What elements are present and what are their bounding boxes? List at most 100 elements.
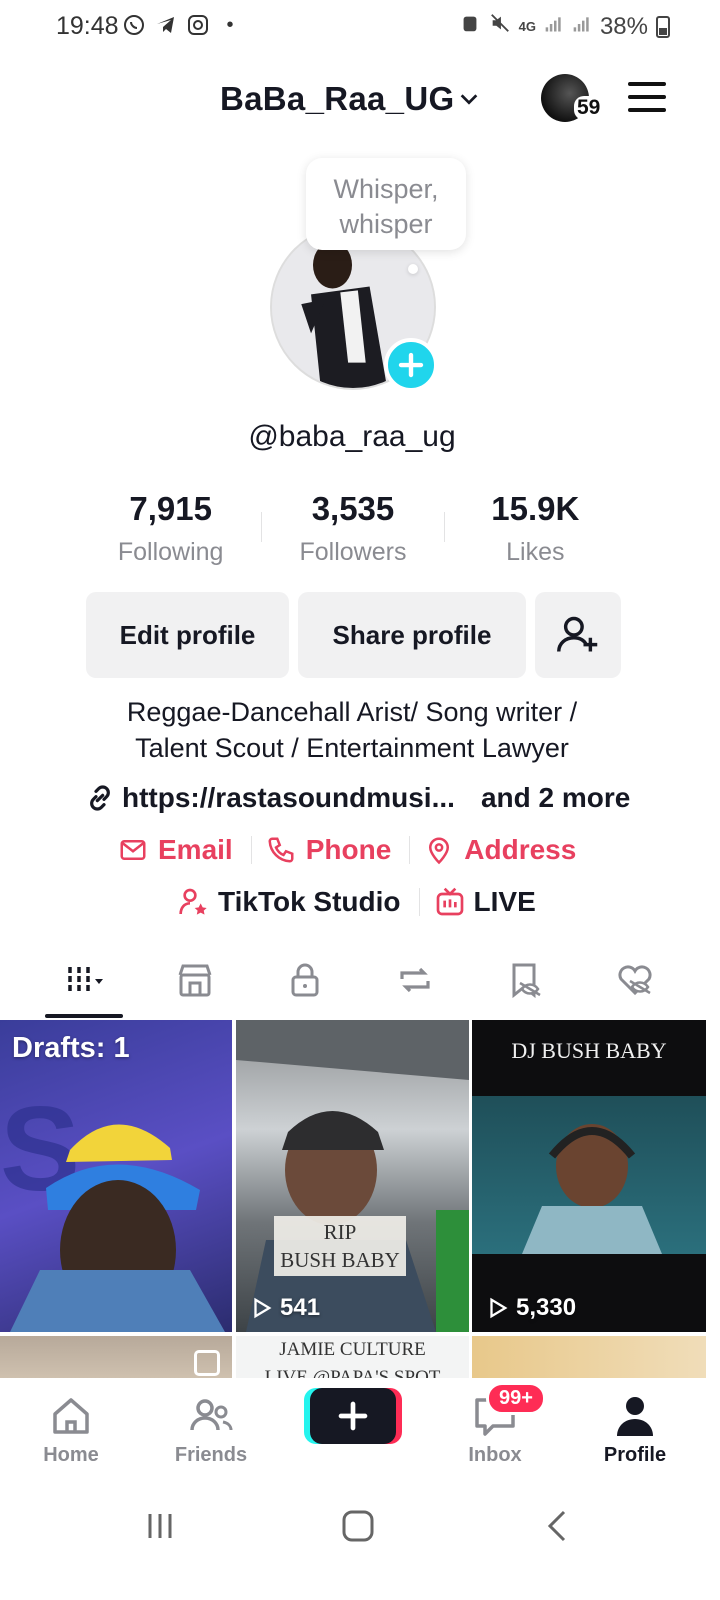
drafts-tile[interactable]: S Drafts: 1 — [0, 1020, 232, 1332]
tab-favorites[interactable] — [470, 950, 580, 1010]
home-button-icon[interactable] — [338, 1506, 378, 1546]
multi-photo-icon — [194, 1350, 220, 1376]
phone-link[interactable]: Phone — [266, 834, 392, 866]
video-tile[interactable]: DJ BUSH BABY 5,330 — [472, 1020, 706, 1332]
profile-link[interactable]: https://rastasoundmusi... and 2 more — [84, 782, 644, 814]
mail-icon — [120, 840, 146, 860]
back-icon[interactable] — [538, 1506, 578, 1546]
signal-icon — [544, 13, 564, 41]
system-status: 4G 38% — [459, 12, 670, 41]
email-link[interactable]: Email — [118, 834, 233, 866]
nav-home[interactable]: Home — [16, 1392, 126, 1467]
home-icon — [53, 1398, 89, 1434]
notification-icons: • — [122, 12, 242, 38]
live-link[interactable]: LIVE — [434, 886, 536, 918]
alarm-icon — [459, 12, 481, 41]
view-count: 541 — [250, 1294, 320, 1322]
create-button[interactable] — [310, 1388, 396, 1444]
add-friend-button[interactable] — [535, 592, 621, 678]
tab-reposts[interactable] — [360, 950, 470, 1010]
contact-row: Email Phone Address — [118, 834, 576, 866]
tab-private[interactable] — [250, 950, 360, 1010]
repost-icon — [400, 967, 430, 993]
play-icon — [490, 1297, 508, 1319]
account-switcher[interactable]: BaBa_Raa_UG — [220, 80, 480, 118]
caption-line: BUSH BABY — [280, 1248, 400, 1272]
stat-label: Likes — [506, 538, 565, 566]
status-bar: 19:48 • 4G 38% — [0, 0, 720, 56]
bio-line: Talent Scout / Entertainment Lawyer — [135, 733, 569, 763]
stat-value: 15.9K — [491, 490, 580, 527]
video-tile[interactable] — [472, 1336, 706, 1380]
nav-friends[interactable]: Friends — [156, 1392, 266, 1467]
recent-apps-icon[interactable] — [140, 1506, 180, 1546]
video-thumbnail — [472, 1096, 706, 1254]
dot-icon: • — [226, 13, 234, 36]
friends-count-badge: 59 — [574, 96, 604, 120]
tab-liked[interactable] — [580, 950, 690, 1010]
lock-icon — [291, 963, 319, 997]
nav-label: Inbox — [468, 1444, 522, 1466]
view-count: 5,330 — [486, 1294, 576, 1322]
nav-profile[interactable]: Profile — [580, 1392, 690, 1467]
telegram-icon — [154, 12, 178, 38]
profile-handle: @baba_raa_ug — [248, 420, 456, 453]
studio-label: TikTok Studio — [218, 886, 401, 917]
battery-percent: 38% — [599, 12, 648, 40]
bubble-tail — [408, 264, 418, 274]
divider — [250, 836, 252, 864]
drafts-label: Drafts: 1 — [12, 1032, 130, 1064]
mute-icon — [489, 12, 511, 41]
stat-value: 3,535 — [311, 490, 395, 527]
divider — [418, 888, 420, 916]
video-caption: JAMIE CULTURE LIVE @PAPA'S SPOT — [236, 1336, 469, 1380]
edit-profile-button[interactable]: Edit profile — [86, 592, 289, 678]
plus-icon — [398, 352, 424, 378]
video-title: DJ BUSH BABY — [511, 1038, 667, 1063]
inbox-badge: 99+ — [486, 1382, 546, 1415]
friends-icon — [190, 1399, 233, 1431]
instagram-icon — [186, 12, 210, 38]
address-link[interactable]: Address — [424, 834, 576, 866]
network-label: 4G — [518, 19, 536, 34]
video-tile[interactable]: RIP BUSH BABY 541 — [236, 1020, 469, 1332]
creator-tools-row: TikTok Studio LIVE — [178, 886, 536, 918]
note-bubble[interactable]: Whisper, whisper — [306, 158, 466, 250]
phone-icon — [268, 837, 294, 863]
add-avatar-button[interactable] — [384, 338, 438, 392]
profile-icon — [617, 1397, 653, 1436]
account-name: BaBa_Raa_UG — [220, 80, 455, 117]
content-tabs — [30, 950, 690, 1020]
stat-followers[interactable]: 3,535 Followers — [262, 490, 443, 570]
tab-shop[interactable] — [140, 950, 250, 1010]
stat-likes[interactable]: 15.9K Likes — [445, 490, 626, 570]
stat-value: 7,915 — [129, 490, 212, 527]
link-text[interactable]: https://rastasoundmusi... — [122, 782, 455, 814]
caption-line: RIP — [323, 1220, 357, 1244]
system-navigation — [0, 1490, 720, 1560]
live-icon — [436, 887, 463, 916]
profile-header: BaBa_Raa_UG 59 — [0, 70, 720, 130]
profile-bio: Reggae-Dancehall Arist/ Song writer / Ta… — [60, 694, 644, 766]
nav-label: Profile — [603, 1444, 667, 1466]
view-count-value: 541 — [280, 1294, 321, 1321]
link-more[interactable]: and 2 more — [481, 782, 630, 814]
bio-line: Reggae-Dancehall Arist/ Song writer / — [126, 697, 578, 727]
tiktok-studio-link[interactable]: TikTok Studio — [178, 886, 401, 918]
stat-following[interactable]: 7,915 Following — [80, 490, 261, 570]
video-grid: S Drafts: 1 RIP BUSH BABY 541 DJ BUSH BA… — [0, 1020, 720, 1380]
video-tile[interactable]: JAMIE CULTURE LIVE @PAPA'S SPOT — [236, 1336, 469, 1380]
plus-icon — [338, 1401, 368, 1431]
share-profile-button[interactable]: Share profile — [298, 592, 526, 678]
studio-icon — [179, 888, 207, 915]
link-icon — [90, 785, 110, 811]
bottom-navigation: Home Friends Inbox Profile — [0, 1378, 720, 1478]
play-icon — [254, 1297, 272, 1319]
video-tile[interactable] — [0, 1336, 232, 1380]
videos-grid-icon — [68, 967, 103, 993]
phone-label: Phone — [305, 834, 392, 865]
menu-icon[interactable] — [628, 82, 666, 112]
tab-videos[interactable] — [30, 950, 140, 1010]
stat-label: Following — [117, 538, 224, 566]
chevron-down-icon — [461, 94, 478, 105]
